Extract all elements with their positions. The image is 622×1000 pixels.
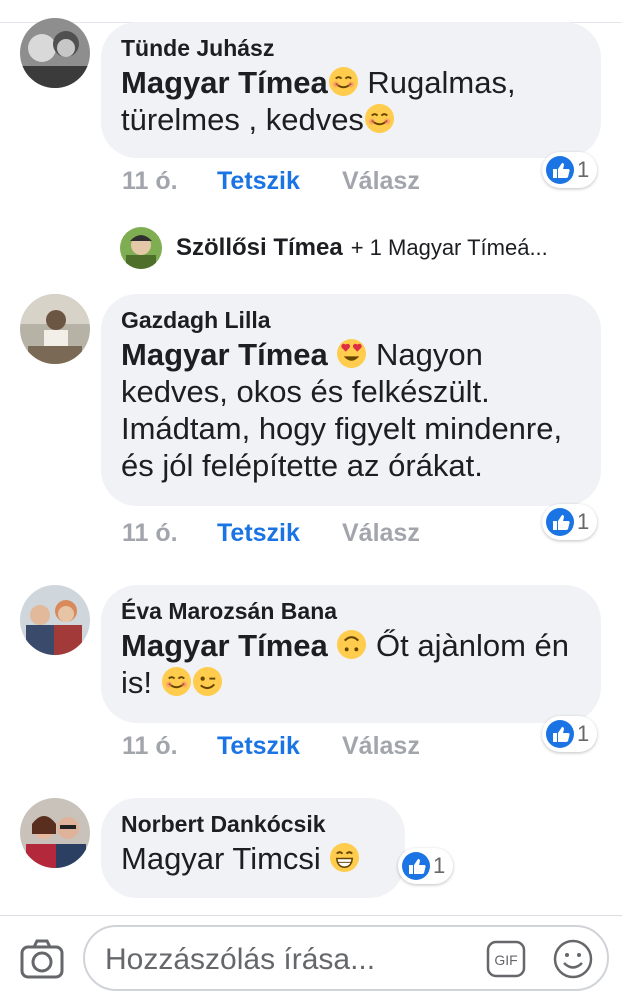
reaction-badge[interactable]: 1	[542, 716, 598, 752]
comment-text: Magyar Tímea Nagyon	[121, 336, 581, 373]
comment-input[interactable]: Hozzászólás írása... GIF	[83, 925, 609, 991]
comment-text: türelmes , kedves	[121, 101, 581, 138]
reaction-count: 1	[577, 721, 590, 746]
comment-time[interactable]: 11 ó.	[122, 518, 217, 548]
like-reaction-icon	[546, 508, 574, 536]
comment-bubble: Gazdagh Lilla Magyar Tímea Nagyon kedves…	[101, 294, 601, 506]
comment-text: Magyar Tímea Őt ajànlom én	[121, 627, 581, 664]
comment-time[interactable]: 11 ó.	[122, 166, 217, 196]
comment-text-line: Imádtam, hogy figyelt mindenre,	[121, 411, 563, 446]
smile-emoji-icon	[161, 666, 192, 697]
comment-actions: 11 ó. Tetszik Válasz	[122, 731, 420, 761]
grin-emoji-icon	[329, 842, 360, 873]
comment-actions: 11 ó. Tetszik Válasz	[122, 166, 420, 196]
mention-link[interactable]: Magyar Tímea	[121, 628, 328, 663]
comment-text-line: Magyar Timcsi	[121, 841, 330, 876]
comment-text-line: Nagyon	[367, 337, 483, 372]
reaction-badge[interactable]: 1	[542, 504, 598, 540]
avatar	[120, 227, 162, 269]
comment-text-line: türelmes , kedves	[121, 102, 364, 137]
reaction-badge[interactable]: 1	[398, 848, 454, 884]
gif-icon[interactable]: GIF	[486, 940, 526, 978]
like-reaction-icon	[402, 852, 430, 880]
reaction-count: 1	[433, 853, 446, 878]
avatar[interactable]	[20, 18, 90, 88]
like-button[interactable]: Tetszik	[217, 166, 342, 196]
comment-actions: 11 ó. Tetszik Válasz	[122, 518, 420, 548]
like-reaction-icon	[546, 156, 574, 184]
mention-link[interactable]: Magyar Tímea	[121, 337, 328, 372]
avatar[interactable]	[20, 798, 90, 868]
comment-text: is!	[121, 664, 581, 701]
reply-button[interactable]: Válasz	[342, 731, 420, 761]
wink-emoji-icon	[192, 666, 223, 697]
reaction-count: 1	[577, 509, 590, 534]
comment-text: Magyar Timcsi	[121, 840, 385, 877]
reply-button[interactable]: Válasz	[342, 166, 420, 196]
comment-input-placeholder: Hozzászólás írása...	[105, 943, 376, 976]
reaction-count: 1	[577, 157, 590, 182]
avatar[interactable]	[20, 585, 90, 655]
comment-bubble: Éva Marozsán Bana Magyar Tímea Őt ajànlo…	[101, 585, 601, 723]
comment-composer: Hozzászólás írása... GIF	[0, 915, 622, 1000]
comment-bubble: Norbert Dankócsik Magyar Timcsi	[101, 798, 405, 898]
camera-icon[interactable]	[19, 936, 65, 982]
comment-author[interactable]: Éva Marozsán Bana	[121, 595, 581, 627]
comment-text-line: is!	[121, 665, 161, 700]
reply-button[interactable]: Válasz	[342, 518, 420, 548]
mention-link[interactable]: Magyar Tímea	[121, 65, 328, 100]
avatar[interactable]	[20, 294, 90, 364]
heart-eyes-emoji-icon	[336, 338, 367, 369]
gif-label: GIF	[494, 952, 517, 968]
comment-bubble: Tünde Juhász Magyar Tímea Rugalmas, türe…	[101, 22, 601, 158]
comment-text-line: Őt ajànlom én	[367, 628, 569, 663]
comment-text-line: és jól felépítette az órákat.	[121, 448, 483, 483]
emoji-picker-icon[interactable]	[552, 938, 594, 980]
reply-thread-link[interactable]: Szöllősi Tímea + 1 Magyar Tímeá...	[120, 226, 548, 270]
comment-author[interactable]: Norbert Dankócsik	[121, 808, 385, 840]
upside-down-face-emoji-icon	[336, 629, 367, 660]
comment-author[interactable]: Tünde Juhász	[121, 32, 581, 64]
reply-author: Szöllősi Tímea	[176, 234, 343, 261]
reaction-badge[interactable]: 1	[542, 152, 598, 188]
like-button[interactable]: Tetszik	[217, 518, 342, 548]
comment-text-line: kedves, okos és felkészült.	[121, 374, 490, 409]
smile-emoji-icon	[364, 103, 395, 134]
comment-time[interactable]: 11 ó.	[122, 731, 217, 761]
comment-text-line: Rugalmas,	[358, 65, 516, 100]
comment-feed: Tünde Juhász Magyar Tímea Rugalmas, türe…	[0, 0, 622, 915]
like-reaction-icon	[546, 720, 574, 748]
comment-text: Magyar Tímea Rugalmas,	[121, 64, 581, 101]
comment-author[interactable]: Gazdagh Lilla	[121, 304, 581, 336]
reply-summary: + 1 Magyar Tímeá...	[350, 235, 548, 260]
smile-emoji-icon	[328, 66, 359, 97]
like-button[interactable]: Tetszik	[217, 731, 342, 761]
